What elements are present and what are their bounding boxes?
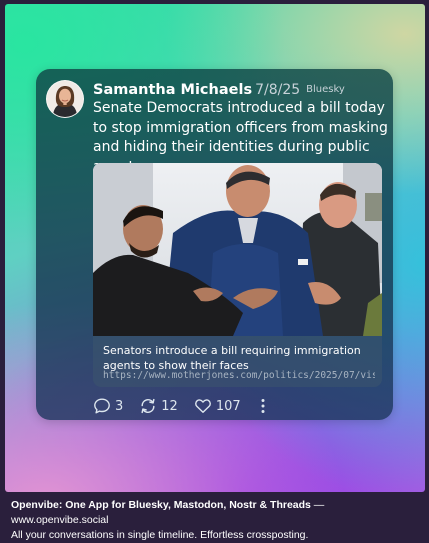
author-avatar[interactable] bbox=[46, 80, 84, 118]
footer-line-1: Openvibe: One App for Bluesky, Mastodon,… bbox=[11, 498, 423, 528]
reply-count: 3 bbox=[115, 398, 124, 414]
footer-separator: — bbox=[310, 499, 325, 511]
link-preview-card[interactable]: Senators introduce a bill requiring immi… bbox=[93, 163, 382, 387]
promo-footer: Openvibe: One App for Bluesky, Mastodon,… bbox=[11, 498, 423, 543]
like-count: 107 bbox=[215, 398, 241, 414]
link-preview-title[interactable]: Senators introduce a bill requiring immi… bbox=[103, 343, 375, 373]
footer-website[interactable]: www.openvibe.social bbox=[11, 514, 108, 526]
background-frame: Samantha Michaels 7/8/25 Bluesky Senate De… bbox=[5, 4, 425, 492]
like-button[interactable]: 107 bbox=[194, 397, 241, 415]
link-preview-url[interactable]: https://www.motherjones.com/politics/202… bbox=[103, 370, 375, 381]
repost-icon bbox=[141, 398, 155, 414]
post-header: Samantha Michaels 7/8/25 Bluesky bbox=[93, 79, 383, 99]
avatar-portrait-image bbox=[47, 81, 83, 117]
post-actions: 3 12 107 bbox=[93, 396, 267, 416]
link-preview-photo bbox=[93, 163, 382, 336]
post-date: 7/8/25 bbox=[255, 82, 301, 98]
more-options-button[interactable] bbox=[259, 397, 267, 415]
author-name[interactable]: Samantha Michaels bbox=[93, 82, 252, 98]
repost-button[interactable]: 12 bbox=[139, 397, 178, 415]
reply-button[interactable]: 3 bbox=[93, 397, 123, 415]
more-vertical-icon bbox=[261, 399, 265, 413]
heart-icon bbox=[194, 399, 211, 413]
post-card[interactable]: Samantha Michaels 7/8/25 Bluesky Senate De… bbox=[36, 69, 393, 420]
network-label: Bluesky bbox=[306, 84, 345, 95]
repost-count: 12 bbox=[161, 398, 178, 414]
reply-icon bbox=[94, 398, 110, 414]
footer-headline: Openvibe: One App for Bluesky, Mastodon,… bbox=[11, 499, 311, 511]
